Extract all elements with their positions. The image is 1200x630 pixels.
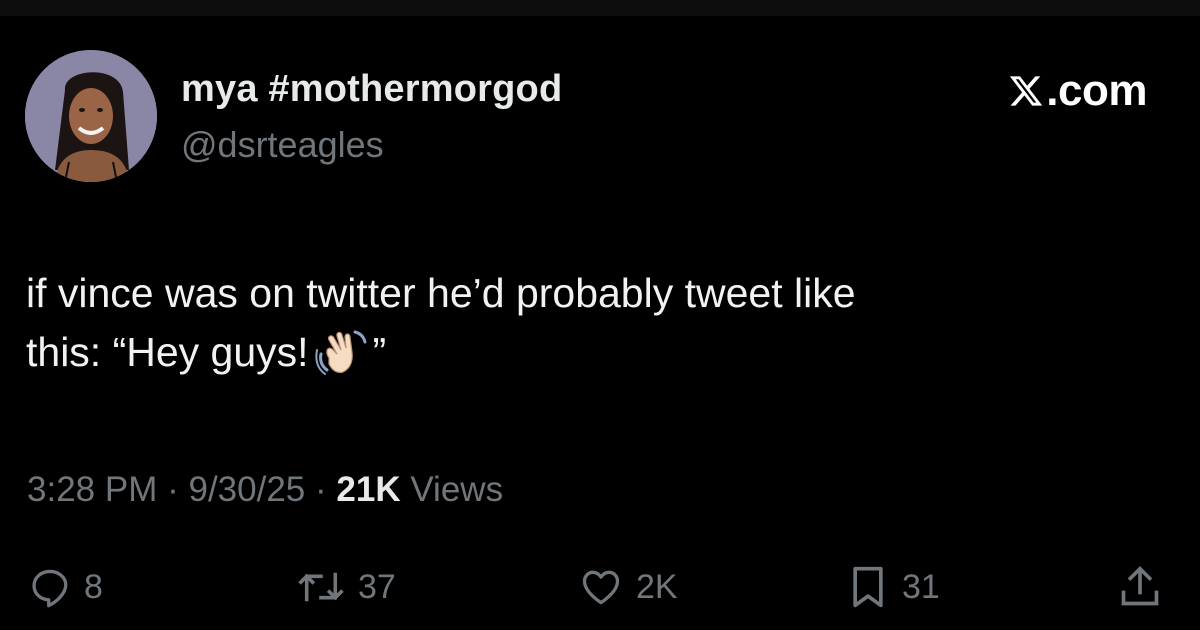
- views-label: Views: [410, 470, 504, 509]
- bookmark-icon: [853, 566, 883, 608]
- tweet-text-line-2-end: ”: [372, 329, 387, 375]
- heart-icon: [582, 570, 620, 605]
- tweet-text-line-2: this: “Hey guys! ”: [26, 323, 1166, 382]
- bookmark-button[interactable]: 31: [846, 560, 940, 614]
- brand-domain: .com: [1046, 66, 1147, 115]
- tweet-text: if vince was on twitter he’d probably tw…: [26, 264, 1166, 382]
- tweet-time[interactable]: 3:28 PM: [27, 470, 157, 509]
- meta-separator: ·: [167, 470, 179, 509]
- repost-button[interactable]: 37: [296, 560, 396, 614]
- brand-mark: .com: [1008, 66, 1147, 116]
- reply-count: 8: [84, 567, 103, 606]
- reply-button[interactable]: 8: [28, 560, 103, 614]
- x-logo-icon: [1010, 76, 1043, 106]
- tweet-date[interactable]: 9/30/25: [188, 470, 305, 509]
- action-bar: 8 37 2K 31: [0, 560, 1200, 614]
- repost-count: 37: [358, 567, 396, 606]
- avatar-image: [25, 50, 157, 182]
- display-name[interactable]: mya #mothermorgod: [181, 68, 562, 111]
- avatar[interactable]: [25, 50, 157, 182]
- share-button[interactable]: [1118, 560, 1162, 614]
- bookmark-count: 31: [902, 567, 940, 606]
- like-button[interactable]: 2K: [578, 560, 678, 614]
- like-count: 2K: [636, 567, 678, 606]
- tweet-meta: 3:28 PM · 9/30/25 · 21K Views: [27, 470, 503, 510]
- tweet-text-line-2-start: this: “Hey guys!: [26, 329, 309, 375]
- share-icon: [1121, 566, 1159, 606]
- meta-separator: ·: [315, 470, 327, 509]
- reply-icon: [32, 569, 68, 608]
- user-handle[interactable]: @dsrteagles: [181, 124, 384, 166]
- top-strip: [0, 0, 1200, 16]
- waving-hand-emoji: [314, 328, 371, 376]
- tweet-text-line-1: if vince was on twitter he’d probably tw…: [26, 270, 856, 316]
- views-count: 21K: [336, 470, 401, 509]
- repost-icon: [298, 572, 344, 602]
